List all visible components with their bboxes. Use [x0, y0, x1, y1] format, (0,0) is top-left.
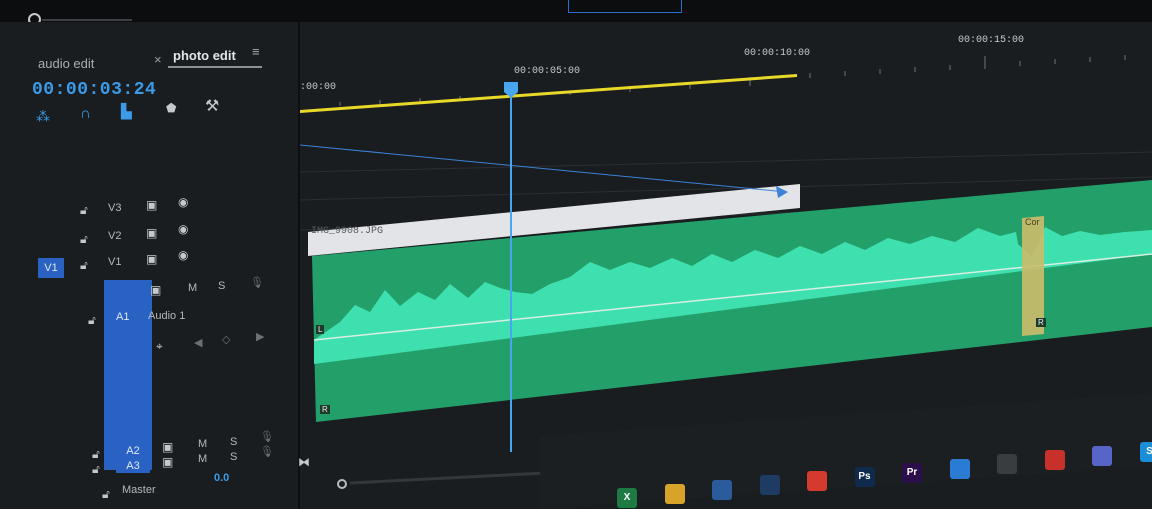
a3-solo-button[interactable]: S — [230, 451, 237, 463]
dolphin-icon[interactable] — [712, 479, 732, 500]
uplay-icon[interactable] — [949, 458, 970, 479]
v1-sync-icon[interactable]: ▣ — [146, 252, 157, 266]
insert-icon[interactable]: ▙ — [121, 103, 132, 120]
ruler-label-15: 00:00:15:00 — [958, 35, 1025, 46]
panel-menu-icon[interactable]: ≡ — [252, 44, 260, 59]
chrome-icon[interactable] — [664, 483, 685, 504]
a3-lock-icon[interactable]: 🔓︎ — [92, 462, 100, 477]
ruler-label-10: 00:00:10:00 — [744, 48, 811, 59]
a1-lock-icon[interactable]: 🔓︎ — [88, 313, 96, 328]
track-a1-name: Audio 1 — [148, 310, 186, 322]
a2-lock-icon[interactable]: 🔓︎ — [92, 447, 100, 462]
zoom-scroll-bar[interactable] — [42, 19, 132, 21]
close-tab-icon[interactable]: × — [154, 52, 162, 67]
audio-left-channel: L — [316, 325, 325, 334]
creative-cloud-icon[interactable] — [807, 471, 827, 492]
premiere-timeline-photo: audio edit × photo edit ≡ 00:00:03:24 ⁂ … — [0, 0, 1152, 509]
track-v3-label: V3 — [108, 202, 122, 214]
skype-icon[interactable]: S — [1139, 441, 1152, 462]
a1-add-keyframe-icon[interactable]: ◇ — [222, 333, 230, 346]
a1-next-keyframe-icon[interactable]: ▶ — [256, 330, 264, 343]
v2-lock-icon[interactable]: 🔓︎ — [80, 232, 88, 247]
v3-lock-icon[interactable]: 🔓︎ — [80, 203, 88, 218]
wrench-icon[interactable]: ⚒ — [205, 96, 219, 116]
a1-mute-button[interactable]: M — [188, 282, 197, 294]
audio-right-channel: R — [320, 405, 330, 414]
steam-icon[interactable] — [759, 475, 780, 496]
track-v1-label: V1 — [108, 256, 122, 268]
track-a3-label[interactable]: A3 — [116, 459, 150, 473]
ruler-label-0: :00:00 — [300, 82, 337, 93]
v2-eye-icon[interactable]: ◉ — [178, 222, 188, 236]
image-clip-name: IMG_9908.JPG — [311, 226, 384, 237]
monitor-frame-edge — [568, 0, 682, 13]
marker-icon[interactable]: ⬟ — [166, 101, 176, 115]
v1-source-patch[interactable]: V1 — [38, 258, 64, 278]
playhead-timecode[interactable]: 00:00:03:24 — [32, 80, 156, 100]
a3-voiceover-icon[interactable]: 🎙︎ — [260, 445, 274, 458]
v1-eye-icon[interactable]: ◉ — [178, 248, 188, 262]
master-volume-value[interactable]: 0.0 — [214, 472, 229, 484]
a2-mute-button[interactable]: M — [198, 438, 207, 450]
a1-sync-icon[interactable]: ▣ — [150, 283, 161, 297]
audio-right-channel-2: R — [1036, 318, 1046, 327]
v1-lock-icon[interactable]: 🔓︎ — [80, 258, 88, 273]
master-lock-icon[interactable]: 🔓︎ — [102, 487, 110, 502]
bowtie-icon: ⧓ — [298, 455, 310, 469]
track-a2-label[interactable]: A2 — [116, 444, 150, 458]
flash-icon[interactable] — [1044, 450, 1065, 471]
track-master-label: Master — [122, 484, 156, 496]
v3-eye-icon[interactable]: ◉ — [178, 195, 188, 209]
excel-icon[interactable]: X — [617, 488, 637, 508]
premiere-icon[interactable]: Pr — [902, 462, 922, 483]
photoshop-icon[interactable]: Ps — [854, 467, 875, 487]
snap-icon[interactable]: ⁂ — [36, 108, 50, 125]
v3-sync-icon[interactable]: ▣ — [146, 198, 157, 212]
calculator-icon[interactable] — [997, 454, 1017, 475]
a1-solo-button[interactable]: S — [218, 280, 225, 292]
tab-audio-edit[interactable]: audio edit — [38, 56, 94, 71]
a3-sync-icon[interactable]: ▣ — [162, 455, 173, 469]
a2-sync-icon[interactable]: ▣ — [162, 440, 173, 454]
a1-keyframe-icon[interactable]: ⌖ — [156, 339, 163, 354]
ruler-label-5: 00:00:05:00 — [514, 66, 581, 77]
linked-selection-icon[interactable]: ∩ — [80, 105, 91, 122]
a2-solo-button[interactable]: S — [230, 436, 237, 448]
a1-prev-keyframe-icon[interactable]: ◀ — [194, 336, 202, 349]
active-tab-underline — [168, 66, 262, 68]
a1-voiceover-icon[interactable]: 🎙︎ — [250, 276, 264, 289]
v2-sync-icon[interactable]: ▣ — [146, 226, 157, 240]
track-a1-label: A1 — [116, 311, 130, 323]
track-v2-label: V2 — [108, 230, 122, 242]
transition-label: Cor — [1025, 217, 1040, 227]
a2-voiceover-icon[interactable]: 🎙︎ — [260, 430, 274, 443]
discord-icon[interactable] — [1092, 446, 1112, 466]
tab-photo-edit[interactable]: photo edit — [173, 48, 236, 63]
a1-source-patch[interactable] — [104, 280, 152, 470]
a3-mute-button[interactable]: M — [198, 453, 207, 465]
